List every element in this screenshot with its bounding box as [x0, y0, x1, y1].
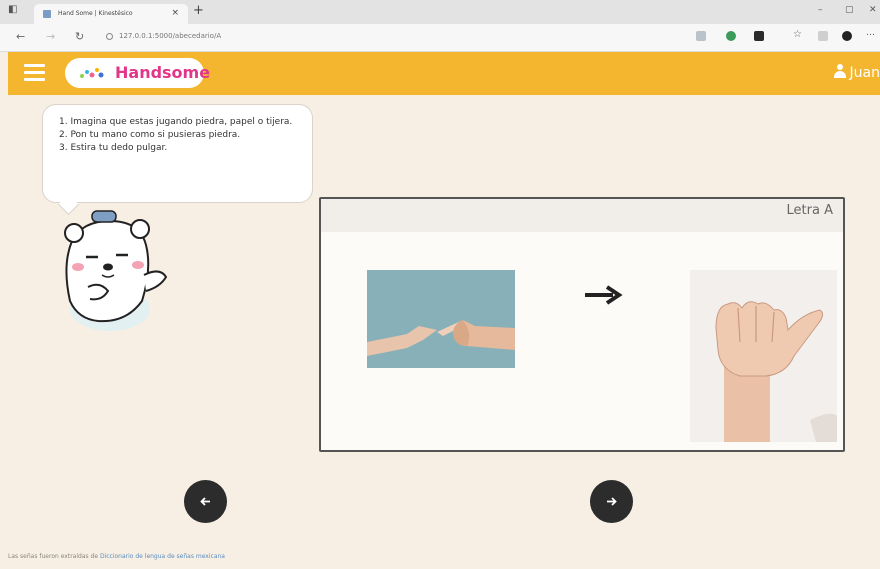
rock-paper-scissors-hands-photo	[367, 270, 515, 368]
arrow-right-icon	[607, 497, 617, 506]
menu-icon[interactable]	[24, 64, 45, 82]
favorites-star-icon[interactable]: ☆	[793, 29, 803, 40]
address-bar: ← → ↻ 127.0.0.1:5000/abecedario/A ☆ …	[0, 24, 880, 52]
user-menu[interactable]: Juan	[833, 64, 880, 81]
more-options-icon[interactable]: …	[866, 28, 876, 38]
logo-dots-icon	[80, 68, 104, 78]
user-icon	[833, 64, 846, 78]
card-header: Letra A	[321, 199, 843, 232]
reload-icon[interactable]: ↻	[75, 30, 84, 43]
brand-name: Handsome	[115, 63, 211, 82]
letter-a-hand-sign-photo	[690, 270, 837, 442]
next-button[interactable]	[590, 480, 633, 523]
tab-title: Hand Some | Kinestésico	[58, 10, 133, 17]
forward-icon[interactable]: →	[46, 30, 55, 43]
footer-text: Las señas fueron extraídas de	[8, 553, 99, 560]
minimize-icon[interactable]: –	[818, 5, 823, 15]
collections-icon[interactable]	[818, 31, 828, 41]
tab-favicon-icon	[43, 10, 51, 18]
previous-button[interactable]	[184, 480, 227, 523]
profile-avatar[interactable]	[842, 31, 852, 41]
url-text: 127.0.0.1:5000/abecedario/A	[119, 32, 222, 40]
maximize-icon[interactable]: ▢	[845, 5, 854, 15]
letter-card: Letra A	[319, 197, 845, 452]
arrow-left-icon	[200, 497, 210, 506]
tab-close-icon[interactable]: ×	[171, 8, 179, 18]
browser-tab-bar: ◧ Hand Some | Kinestésico × + – ▢ ✕	[0, 0, 880, 24]
shield-extension-icon[interactable]	[726, 31, 736, 41]
app-header: Handsome Juan	[8, 52, 880, 95]
user-name: Juan	[849, 65, 880, 81]
instruction-item: 3. Estira tu dedo pulgar.	[59, 143, 168, 153]
footer-link[interactable]: Diccionario de lengua de señas mexicana	[100, 553, 225, 560]
footer: Las señas fueron extraídas de Diccionari…	[8, 553, 880, 560]
bear-mascot	[64, 210, 168, 331]
instruction-item: 1. Imagina que estas jugando piedra, pap…	[59, 117, 293, 127]
sidebar-toggle-icon[interactable]: ◧	[8, 4, 17, 15]
info-icon[interactable]	[106, 32, 113, 40]
card-title: Letra A	[786, 203, 833, 218]
translate-icon[interactable]	[696, 31, 706, 41]
instruction-item: 2. Pon tu mano como si pusieras piedra.	[59, 130, 241, 140]
instructions-bubble: 1. Imagina que estas jugando piedra, pap…	[42, 104, 313, 203]
brand-logo[interactable]: Handsome	[65, 58, 210, 88]
arrow-right-icon	[585, 285, 623, 305]
back-icon[interactable]: ←	[16, 30, 25, 43]
extension-icon[interactable]	[754, 31, 764, 41]
instructions-list: 1. Imagina que estas jugando piedra, pap…	[59, 116, 298, 155]
url-field[interactable]: 127.0.0.1:5000/abecedario/A	[106, 32, 666, 40]
close-window-icon[interactable]: ✕	[869, 5, 877, 15]
browser-tab[interactable]: Hand Some | Kinestésico ×	[34, 4, 188, 24]
new-tab-icon[interactable]: +	[193, 3, 204, 18]
